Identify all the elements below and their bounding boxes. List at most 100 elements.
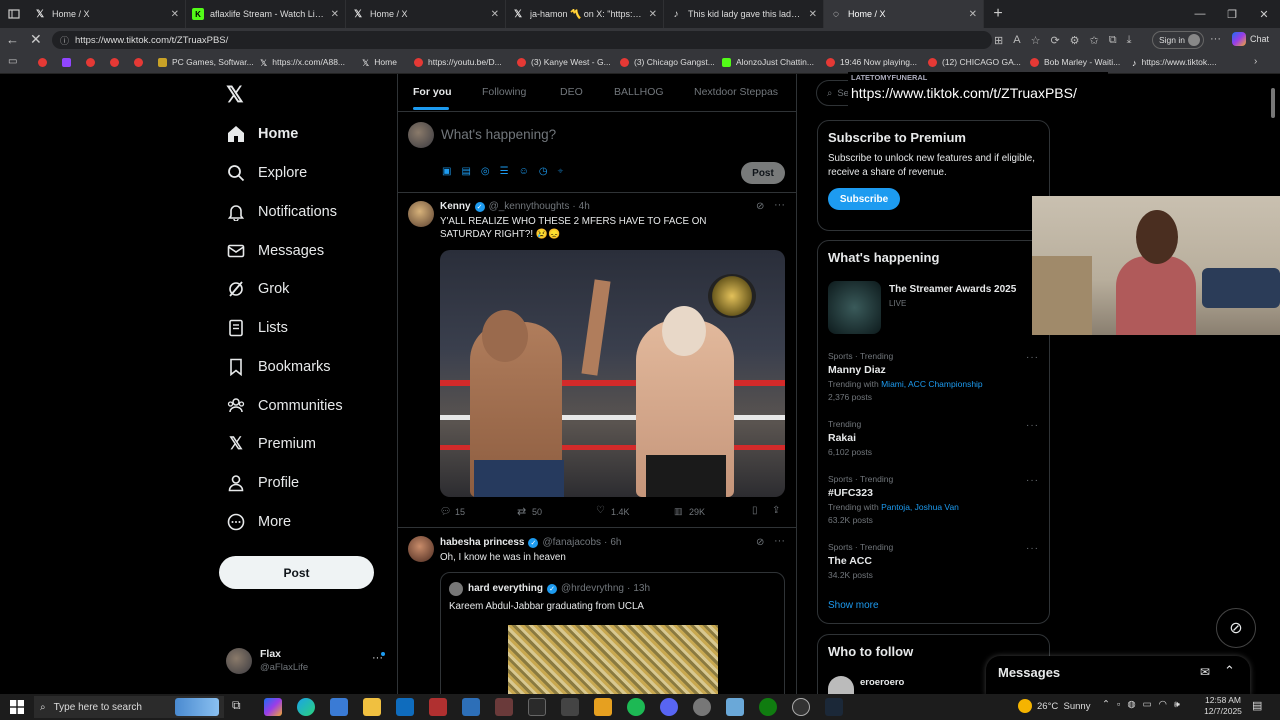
grok-float-button[interactable]: ⊘ [1216, 608, 1256, 648]
share-icon[interactable]: ⇪ [772, 505, 780, 516]
more-dots-icon[interactable]: ··· [1026, 543, 1039, 554]
steam-icon[interactable] [825, 698, 843, 716]
site-info-icon[interactable]: ⓘ [60, 34, 69, 47]
tray-icon[interactable]: ◍ [1127, 699, 1135, 710]
twitch-icon[interactable] [62, 58, 71, 67]
close-icon[interactable]: ✕ [331, 9, 339, 20]
close-icon[interactable]: ✕ [491, 9, 499, 20]
scrollbar[interactable] [1270, 84, 1276, 694]
close-icon[interactable]: ✕ [649, 9, 657, 20]
stop-loading-icon[interactable]: ✕ [30, 31, 42, 48]
bookmark-item[interactable]: PC Games, Softwar... [158, 57, 254, 67]
sign-in-button[interactable]: Sign in [1152, 31, 1204, 49]
x-logo-icon[interactable]: 𝕏 [226, 84, 248, 106]
bookmark-item[interactable]: AlonzoJust Chattin... [722, 57, 814, 67]
nav-bookmarks[interactable]: Bookmarks [226, 352, 331, 382]
browser-tab[interactable]: 𝕏 ja-hamon 〽️ on X: "https://t.co/q ✕ [506, 0, 664, 28]
app-icon[interactable] [726, 698, 744, 716]
tweet-image[interactable] [440, 250, 785, 497]
maximize-icon[interactable]: ❐ [1216, 8, 1248, 21]
app-icon[interactable] [495, 698, 513, 716]
grok-explain-icon[interactable]: ⊘ [756, 201, 764, 212]
app-icon[interactable] [693, 698, 711, 716]
trend-related[interactable]: Miami, ACC Championship [881, 379, 983, 389]
location-icon[interactable]: ⌖ [558, 166, 564, 177]
more-dots-icon[interactable]: ··· [774, 535, 785, 547]
nav-lists[interactable]: Lists [226, 313, 288, 343]
tweet-time[interactable]: 4h [579, 201, 590, 212]
scrollbar-thumb[interactable] [1271, 88, 1275, 118]
grok-explain-icon[interactable]: ⊘ [756, 537, 764, 548]
more-dots-icon[interactable]: ··· [1026, 475, 1039, 486]
more-dots-icon[interactable]: ··· [774, 199, 785, 211]
tab-deo[interactable]: DEO [560, 86, 583, 98]
emoji-icon[interactable]: ☺ [519, 166, 529, 177]
event-title[interactable]: The Streamer Awards 2025 [889, 284, 1016, 295]
like-icon[interactable]: ♡ [596, 505, 605, 516]
app-icon[interactable] [792, 698, 810, 716]
tweet-author[interactable]: Kenny [440, 201, 471, 212]
youtube-icon[interactable] [110, 58, 119, 67]
bookmark-item[interactable]: https://youtu.be/D... [414, 57, 502, 67]
address-bar[interactable]: ⓘ https://www.tiktok.com/t/ZTruaxPBS/ [52, 31, 992, 49]
chevron-right-icon[interactable]: › [1254, 56, 1257, 67]
read-aloud-icon[interactable]: A [1013, 34, 1020, 46]
tab-for-you[interactable]: For you [413, 86, 452, 98]
outlook-icon[interactable] [396, 698, 414, 716]
tab-ballhog[interactable]: BALLHOG [614, 86, 664, 98]
menu-dots-icon[interactable]: ··· [1210, 33, 1221, 45]
spotify-icon[interactable] [627, 698, 645, 716]
tweet-time[interactable]: 6h [610, 537, 621, 548]
event-thumbnail[interactable] [828, 281, 881, 334]
follow-suggestion-name[interactable]: eroeroero [860, 677, 904, 688]
account-switcher[interactable]: Flax @aFlaxLife ··· [226, 646, 396, 678]
tab-nextdoor-steppas[interactable]: Nextdoor Steppas [694, 86, 778, 98]
tab-actions-icon[interactable] [0, 0, 28, 28]
nav-home[interactable]: Home [226, 119, 298, 149]
grok-icon[interactable]: ◎ [481, 166, 490, 177]
chevron-up-icon[interactable]: ⌃ [1102, 699, 1110, 710]
gif-icon[interactable]: ▤ [461, 166, 470, 177]
back-icon[interactable]: ← [6, 32, 19, 47]
notification-center-icon[interactable]: ▤ [1252, 699, 1262, 712]
network-icon[interactable]: ▭ [1143, 699, 1152, 710]
tweet-author[interactable]: habesha princess [440, 537, 524, 548]
nav-profile[interactable]: Profile [226, 468, 299, 498]
refresh-icon[interactable]: ⟳ [1050, 34, 1059, 47]
chevron-up-icon[interactable]: ⌃ [1224, 663, 1235, 679]
volume-icon[interactable]: 🕪︎ [1174, 699, 1180, 710]
close-icon[interactable]: ✕ [171, 9, 179, 20]
favorite-star-icon[interactable]: ☆ [1031, 34, 1041, 47]
trend-name[interactable]: Manny Diaz [828, 364, 886, 376]
discord-icon[interactable] [660, 698, 678, 716]
youtube-icon[interactable] [38, 58, 47, 67]
media-icon[interactable]: ▣ [442, 166, 451, 177]
browser-tab[interactable]: 𝕏 Home / X ✕ [346, 0, 506, 28]
app-icon[interactable] [429, 698, 447, 716]
bookmark-item[interactable]: (12) CHICAGO GA... [928, 57, 1021, 67]
nav-more[interactable]: More [226, 507, 291, 537]
xbox-icon[interactable] [759, 698, 777, 716]
trend-name[interactable]: #UFC323 [828, 487, 873, 499]
store-icon[interactable] [330, 698, 348, 716]
downloads-icon[interactable]: ⤓ [1127, 34, 1132, 47]
bookmark-item[interactable]: (3) Kanye West - G... [517, 57, 611, 67]
app-icon[interactable] [594, 698, 612, 716]
compose-input[interactable]: What's happening? [441, 127, 556, 142]
minimize-icon[interactable]: — [1184, 8, 1216, 20]
messages-drawer[interactable]: Messages ✉ ⌃ [986, 656, 1250, 696]
windows-start-icon[interactable] [10, 700, 24, 714]
edge-browser-icon[interactable] [297, 698, 315, 716]
tweet-handle[interactable]: @_kennythoughts [489, 201, 570, 212]
quote-tweet[interactable]: hard everything ✓ @hrdevrythng · 13h Kar… [440, 572, 785, 694]
youtube-icon[interactable] [134, 58, 143, 67]
collections-icon[interactable]: ⧉ [1109, 34, 1117, 47]
trend-related[interactable]: Pantoja, Joshua Van [881, 502, 959, 512]
new-tab-icon[interactable]: + [984, 5, 1012, 23]
tray-icon[interactable]: ▫ [1117, 699, 1120, 710]
close-icon[interactable]: ✕ [809, 9, 817, 20]
taskbar-clock[interactable]: 12:58 AM 12/7/2025 [1202, 695, 1244, 717]
tweet[interactable]: habesha princess ✓ @fanajacobs · 6h ⊘ ··… [398, 528, 796, 694]
nav-messages[interactable]: Messages [226, 236, 324, 266]
copilot-icon[interactable] [264, 698, 282, 716]
